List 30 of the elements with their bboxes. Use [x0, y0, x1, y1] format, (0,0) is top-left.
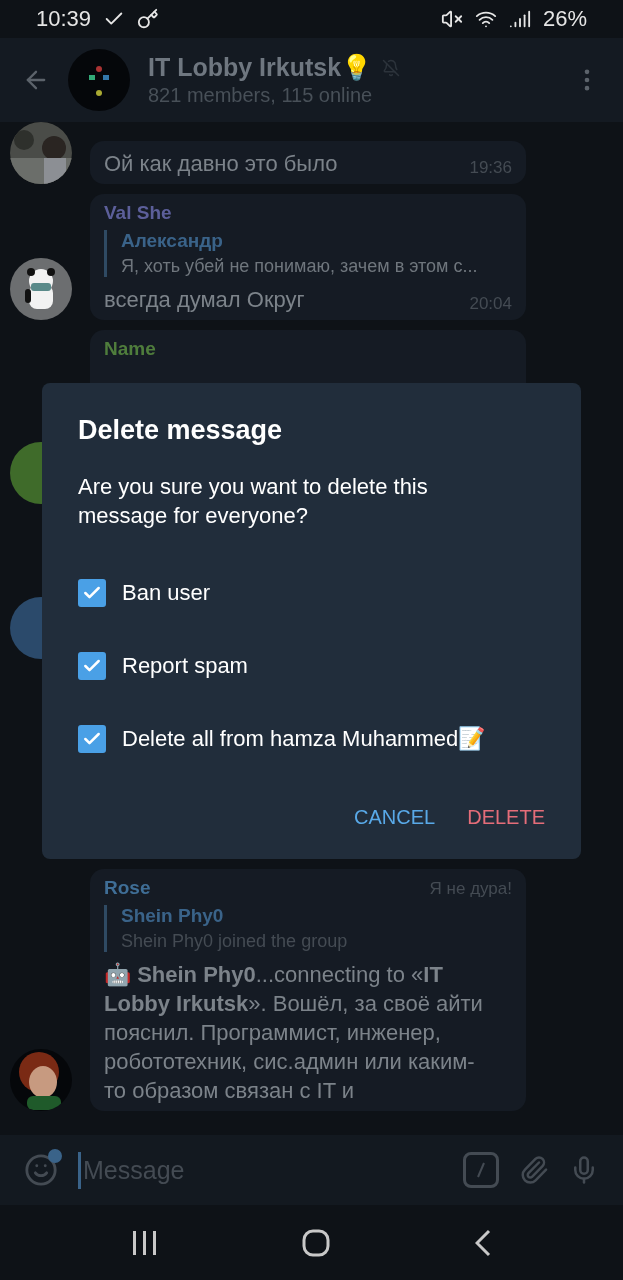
sender-name: Name — [104, 338, 156, 360]
mute-icon — [440, 8, 463, 30]
signal-icon — [508, 8, 531, 30]
sender-name: Val She — [104, 202, 172, 224]
key-icon — [137, 8, 160, 30]
dialog-title: Delete message — [78, 415, 284, 446]
home-icon[interactable] — [302, 1228, 331, 1257]
message-text: 🤖 Shein Phy0...connecting to «IT Lobby Irkutsk». Вошёл, за своё айти пояснил. Программист, инженер, робототехник, сис.админ или каким-то образом связан с IT и — [104, 961, 484, 1105]
checkbox[interactable] — [78, 651, 106, 680]
battery-level: 26% — [542, 6, 587, 32]
clock: 10:39 — [36, 6, 92, 32]
checkbox[interactable] — [78, 578, 106, 607]
option-label: Ban user — [122, 579, 211, 606]
chat-title: IT Lobby Irkutsk💡 — [148, 53, 373, 82]
cancel-button[interactable]: CANCEL — [346, 796, 444, 839]
option-label: Delete all from hamza Muhammed📝 — [122, 725, 486, 752]
recent-apps-icon[interactable] — [132, 1230, 159, 1255]
reply-author: Александр — [121, 230, 224, 252]
sender-name: Rose — [104, 877, 151, 899]
checkbox[interactable] — [78, 724, 106, 753]
message-text: всегда думал Округ — [104, 286, 305, 314]
notification-dot — [48, 1149, 62, 1163]
option-label: Report spam — [122, 652, 248, 679]
reply-text: Я, хоть убей не понимаю, зачем в этом с... — [121, 256, 479, 277]
sticker-icon[interactable] — [24, 1153, 58, 1187]
message-text: Ой как давно это было — [104, 150, 338, 178]
reply-author: Shein Phy0 — [121, 905, 225, 927]
delete-button[interactable]: DELETE — [459, 796, 553, 839]
dialog-message: Are you sure you want to delete this message for everyone? — [78, 473, 429, 530]
back-icon[interactable] — [474, 1228, 491, 1257]
